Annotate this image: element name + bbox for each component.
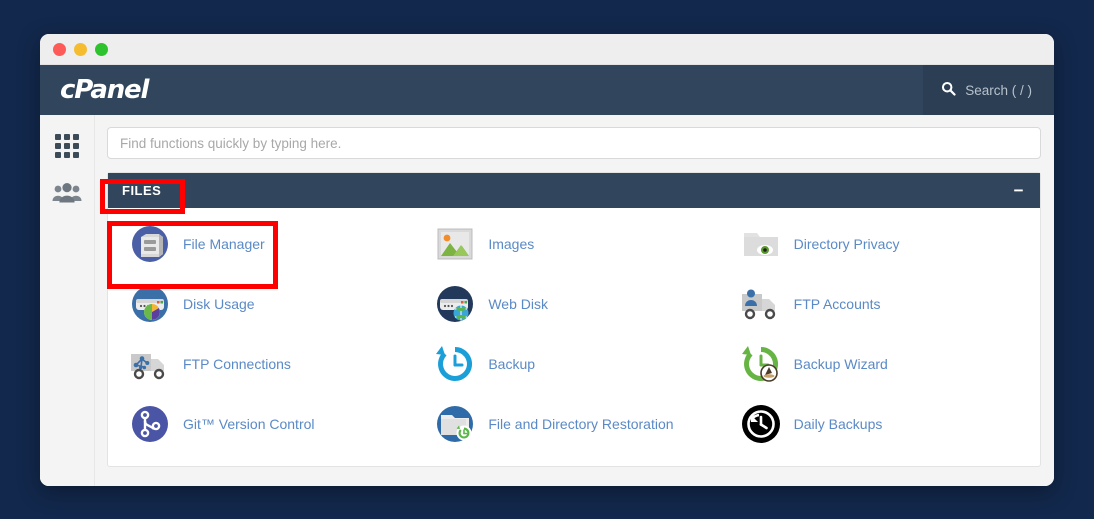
search-icon bbox=[941, 81, 956, 100]
files-item-backup-wizard[interactable]: Backup Wizard bbox=[727, 334, 1032, 394]
files-item-label: Directory Privacy bbox=[794, 236, 900, 252]
minimize-window-button[interactable] bbox=[74, 43, 87, 56]
files-panel-header: FILES − bbox=[108, 173, 1040, 208]
sidebar-item-user-manager[interactable] bbox=[52, 179, 82, 209]
file-cabinet-icon bbox=[128, 222, 172, 266]
files-item-label: File and Directory Restoration bbox=[488, 416, 673, 432]
files-item-web-disk[interactable]: Web Disk bbox=[421, 274, 726, 334]
files-item-disk-usage[interactable]: Disk Usage bbox=[116, 274, 421, 334]
files-item-daily-backups[interactable]: Daily Backups bbox=[727, 394, 1032, 454]
files-item-label: FTP Connections bbox=[183, 356, 291, 372]
files-item-label: Backup bbox=[488, 356, 535, 372]
files-item-label: Daily Backups bbox=[794, 416, 883, 432]
minus-icon[interactable]: − bbox=[1014, 182, 1024, 199]
disk-pie-icon bbox=[128, 282, 172, 326]
ftp-truck-user-icon bbox=[739, 282, 783, 326]
grid-icon bbox=[54, 133, 80, 159]
files-item-ftp-accounts[interactable]: FTP Accounts bbox=[727, 274, 1032, 334]
find-functions-input[interactable] bbox=[107, 127, 1041, 159]
header-search-label: Search ( / ) bbox=[965, 83, 1032, 98]
daily-backup-clock-icon bbox=[739, 402, 783, 446]
maximize-window-button[interactable] bbox=[95, 43, 108, 56]
files-item-label: Images bbox=[488, 236, 534, 252]
ftp-truck-network-icon bbox=[128, 342, 172, 386]
files-item-label: Git™ Version Control bbox=[183, 416, 315, 432]
files-item-ftp-connections[interactable]: FTP Connections bbox=[116, 334, 421, 394]
files-item-label: FTP Accounts bbox=[794, 296, 881, 312]
sidebar bbox=[40, 115, 95, 486]
header-search-button[interactable]: Search ( / ) bbox=[923, 65, 1054, 115]
main-content: FILES − bbox=[95, 115, 1054, 486]
files-item-file-and-directory-restoration[interactable]: File and Directory Restoration bbox=[421, 394, 726, 454]
files-item-label: Backup Wizard bbox=[794, 356, 888, 372]
files-item-images[interactable]: Images bbox=[421, 214, 726, 274]
cpanel-logo[interactable]: cPanel bbox=[40, 75, 148, 105]
web-disk-icon bbox=[433, 282, 477, 326]
users-icon bbox=[52, 182, 82, 206]
files-item-directory-privacy[interactable]: Directory Privacy bbox=[727, 214, 1032, 274]
files-item-backup[interactable]: Backup bbox=[421, 334, 726, 394]
files-item-label: Disk Usage bbox=[183, 296, 255, 312]
images-icon bbox=[433, 222, 477, 266]
git-branch-icon bbox=[128, 402, 172, 446]
folder-restore-icon bbox=[433, 402, 477, 446]
files-item-file-manager[interactable]: File Manager bbox=[116, 214, 421, 274]
backup-clock-icon bbox=[433, 342, 477, 386]
backup-wizard-icon bbox=[739, 342, 783, 386]
files-panel: FILES − bbox=[107, 172, 1041, 467]
files-item-git-version-control[interactable]: Git™ Version Control bbox=[116, 394, 421, 454]
browser-window: cPanel Search ( / ) bbox=[40, 34, 1054, 486]
app-body: FILES − bbox=[40, 115, 1054, 486]
sidebar-item-apps-grid[interactable] bbox=[52, 131, 82, 161]
window-titlebar bbox=[40, 34, 1054, 65]
files-item-label: Web Disk bbox=[488, 296, 548, 312]
files-panel-title: FILES bbox=[122, 183, 161, 198]
files-item-label: File Manager bbox=[183, 236, 265, 252]
files-items-grid: File Manager bbox=[108, 208, 1040, 466]
folder-eye-icon bbox=[739, 222, 783, 266]
cpanel-header: cPanel Search ( / ) bbox=[40, 65, 1054, 115]
close-window-button[interactable] bbox=[53, 43, 66, 56]
